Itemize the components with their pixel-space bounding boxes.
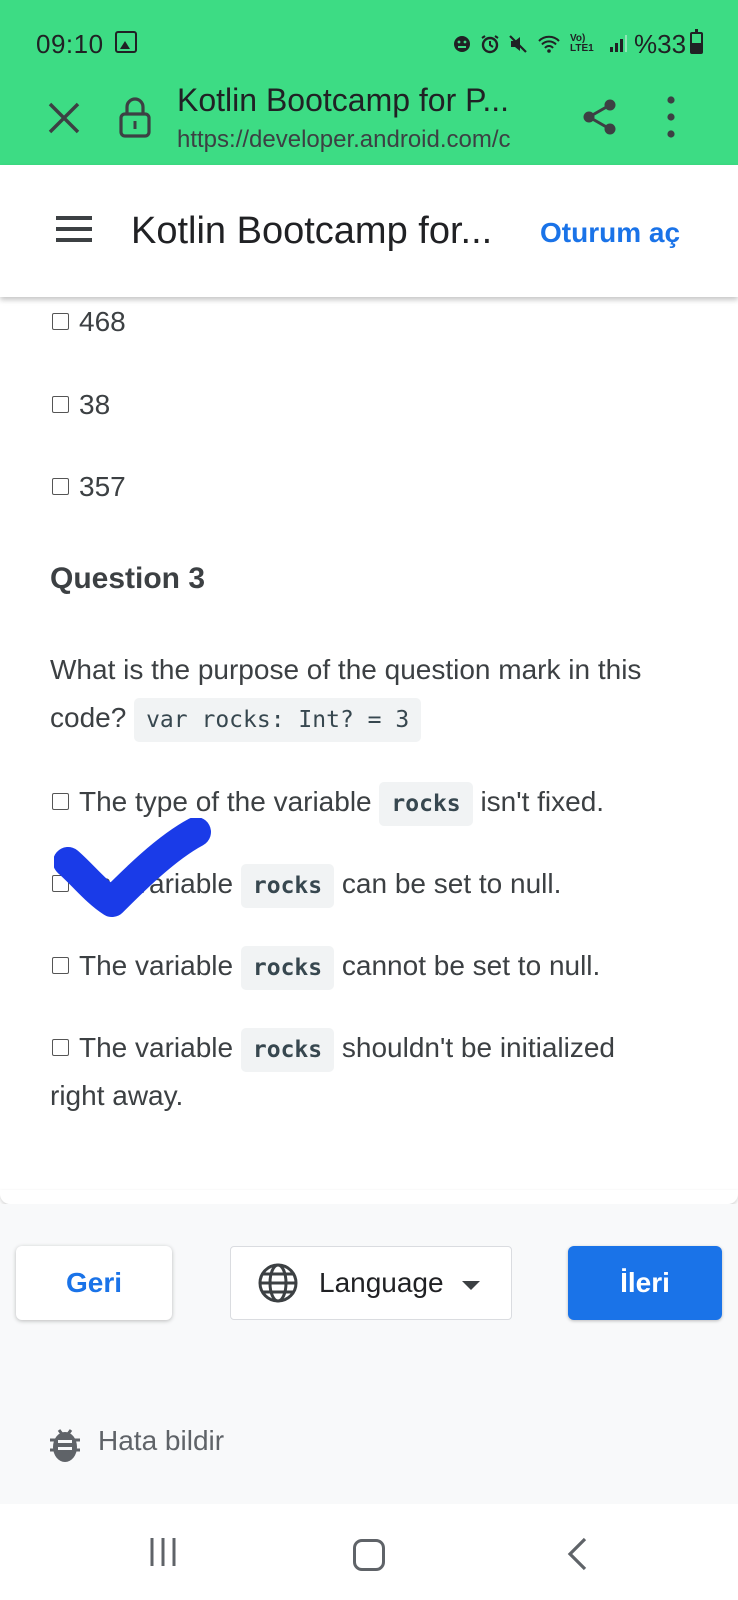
prev-option-1[interactable]: 468 [50, 298, 126, 346]
language-selector[interactable]: Language [230, 1246, 512, 1320]
signal-icon [610, 35, 627, 52]
option-text-before: The variable [79, 868, 234, 899]
option-label: 357 [79, 471, 126, 502]
home-icon[interactable] [353, 1539, 385, 1571]
question-heading: Question 3 [50, 562, 206, 595]
tab-url[interactable]: https://developer.android.com/c [177, 126, 549, 154]
more-options-icon[interactable] [653, 94, 689, 140]
status-icons: Vo) LTE1 [452, 30, 628, 58]
status-time: 09:10 [36, 29, 104, 59]
status-bar: 09:10 Vo) LTE1 %33 [0, 0, 738, 88]
language-label: Language [319, 1267, 444, 1298]
back-nav-icon[interactable] [565, 1536, 589, 1572]
answer-option-4-continued: right away. [50, 1080, 184, 1111]
option-text-after: cannot be set to null. [341, 950, 601, 981]
option-text-before: The variable [79, 1032, 234, 1063]
option-code: rocks [240, 1028, 335, 1072]
checkbox[interactable] [52, 313, 69, 331]
option-text-before: The type of the variable [79, 786, 372, 817]
next-button[interactable]: İleri [568, 1246, 722, 1320]
answer-option-3[interactable]: The variable rocks cannot be set to null… [50, 942, 600, 992]
prev-option-3[interactable]: 357 [50, 463, 126, 511]
bug-icon [50, 1429, 80, 1462]
recent-apps-icon[interactable] [148, 1536, 178, 1568]
option-text-after: shouldn't be initialized [341, 1032, 615, 1063]
option-label: 38 [79, 389, 111, 420]
wifi-icon [538, 35, 560, 53]
globe-icon [258, 1263, 298, 1303]
battery-icon [690, 29, 703, 54]
content-card-edge [0, 1190, 738, 1204]
option-code: rocks [240, 864, 335, 908]
custom-tab-bar: Kotlin Bootcamp for P... https://develop… [0, 78, 738, 165]
checkbox[interactable] [52, 793, 69, 811]
close-icon[interactable] [44, 98, 84, 138]
answer-option-4[interactable]: The variable rocks shouldn't be initiali… [50, 1024, 615, 1074]
checkbox[interactable] [52, 1039, 69, 1057]
report-bug-link[interactable]: Hata bildir [98, 1425, 224, 1457]
option-text-after: isn't fixed. [480, 786, 605, 817]
dropdown-caret-icon [461, 1280, 480, 1290]
checkbox[interactable] [52, 396, 69, 414]
answer-option-2[interactable]: The variable rocks can be set to null. [50, 860, 561, 910]
tab-title: Kotlin Bootcamp for P... [177, 82, 510, 118]
network-type-label: Vo) LTE1 [570, 33, 594, 54]
mute-icon [509, 35, 527, 53]
answer-option-1[interactable]: The type of the variable rocks isn't fix… [50, 778, 604, 828]
option-code: rocks [379, 782, 473, 826]
browser-top-bar: 09:10 Vo) LTE1 %33 Kotlin Bootcamp for P… [0, 0, 738, 165]
question-code: var rocks: Int? = 3 [134, 698, 422, 742]
lock-icon[interactable] [118, 96, 152, 138]
page-title: Kotlin Bootcamp for... [131, 210, 493, 252]
back-button[interactable]: Geri [16, 1246, 172, 1320]
face-notification-icon [454, 36, 470, 52]
sign-in-link[interactable]: Oturum aç [540, 217, 680, 249]
system-nav-bar [0, 1504, 738, 1600]
option-code: rocks [240, 946, 335, 990]
checkbox[interactable] [52, 875, 69, 893]
checkbox[interactable] [52, 478, 69, 496]
page-header: Kotlin Bootcamp for... Oturum aç [0, 165, 738, 297]
question-text: What is the purpose of the question mark… [50, 646, 690, 744]
prev-option-2[interactable]: 38 [50, 381, 110, 429]
checkbox[interactable] [52, 957, 69, 975]
battery-percent: %33 [634, 29, 687, 59]
option-text-after: can be set to null. [341, 868, 562, 899]
option-text-before: The variable [79, 950, 234, 981]
gallery-notification-icon [115, 31, 137, 53]
share-icon[interactable] [580, 97, 620, 137]
hamburger-menu-icon[interactable] [53, 216, 95, 248]
option-label: 468 [79, 306, 126, 337]
alarm-icon [481, 35, 499, 54]
